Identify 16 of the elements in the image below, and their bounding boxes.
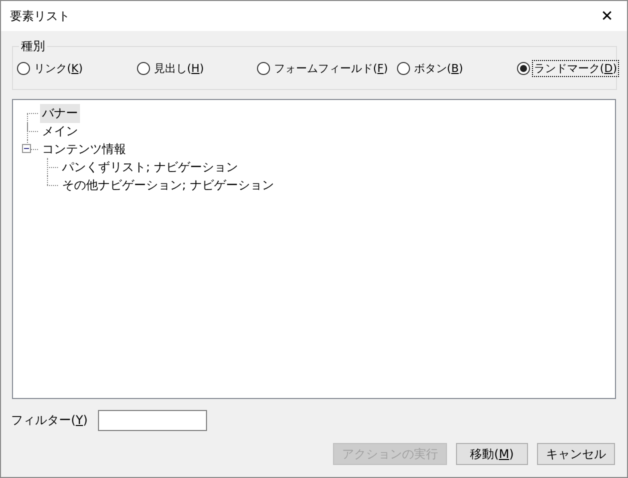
tree-item[interactable]: バナー [40,104,80,122]
close-button[interactable]: ✕ [587,1,627,31]
radio-label[interactable]: ランドマーク(D) [532,60,618,76]
cancel-button[interactable]: キャンセル [537,443,615,465]
radio-label[interactable]: ボタン(B) [412,60,464,76]
radio-label[interactable]: 見出し(H) [153,60,205,76]
radio-label[interactable]: フォームフィールド(F) [273,60,389,76]
filter-label: フィルター(Y) [11,412,88,429]
tree-item[interactable]: その他ナビゲーション; ナビゲーション [60,176,276,194]
tree-item[interactable]: パンくずリスト; ナビゲーション [60,158,240,176]
group-title: 種別 [19,38,47,55]
tree-item[interactable]: メイン [40,122,80,140]
tree-item[interactable]: コンテンツ情報 [40,140,128,158]
radio-label[interactable]: リンク(K) [33,60,84,76]
window-title: 要素リスト [10,8,70,24]
move-button[interactable]: 移動(M) [456,443,528,465]
